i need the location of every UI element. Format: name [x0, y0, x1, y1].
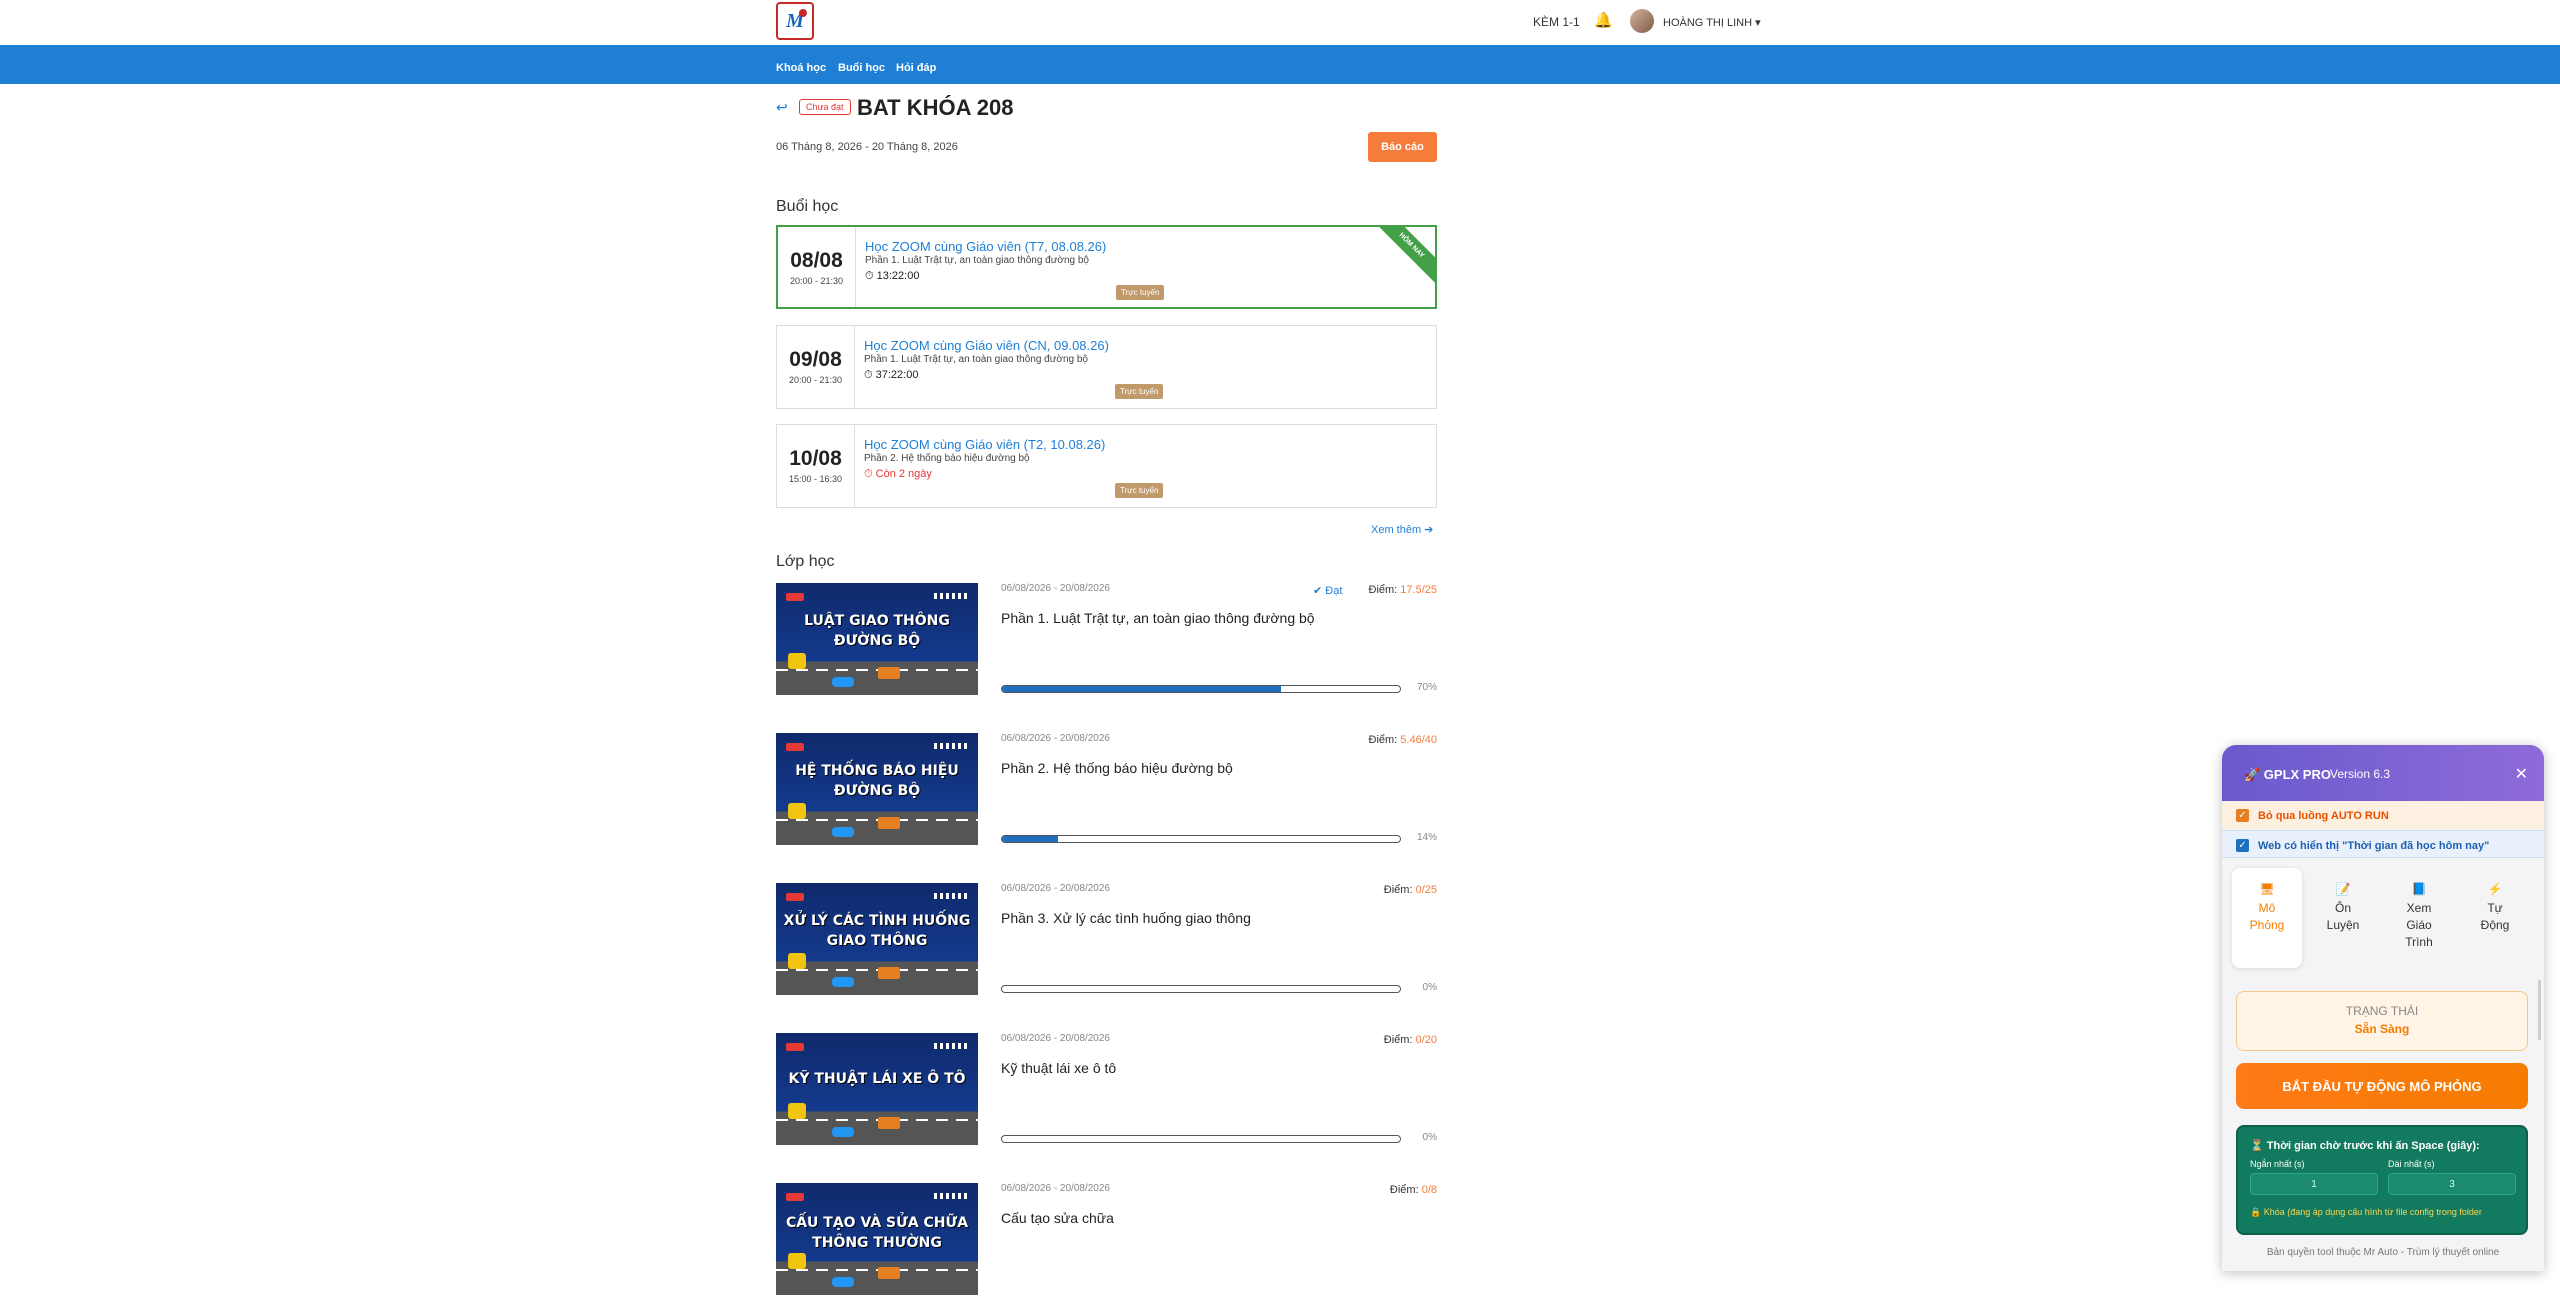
- class-name[interactable]: Phần 1. Luật Trật tự, an toàn giao thông…: [1001, 610, 1315, 626]
- session-date: 08/08 20:00 - 21:30: [778, 227, 856, 307]
- progress-percent: 0%: [1422, 1132, 1437, 1143]
- class-score: Điểm: 0/8: [1389, 1184, 1437, 1196]
- progress-bar: [1001, 835, 1401, 843]
- class-score: Điểm: 0/25: [1383, 884, 1437, 896]
- lock-note: 🔒 Khóa (đang áp dụng cấu hình từ file co…: [2250, 1207, 2482, 1217]
- panel-title: 🚀 GPLX PRO: [2244, 767, 2331, 782]
- wait-settings: ⏳ Thời gian chờ trước khi ấn Space (giây…: [2236, 1125, 2528, 1235]
- checkbox-icon[interactable]: ✓: [2236, 839, 2249, 852]
- session-subtitle: Phần 1. Luật Trật tự, an toàn giao thông…: [864, 354, 1088, 365]
- progress-percent: 0%: [1422, 982, 1437, 993]
- class-name[interactable]: Cấu tạo sửa chữa: [1001, 1210, 1114, 1226]
- main-nav: Khoá học Buổi học Hỏi đáp: [0, 45, 2560, 84]
- pass-badge: ✔ Đạt: [1313, 585, 1343, 597]
- kem-link[interactable]: KÈM 1-1: [1533, 15, 1580, 29]
- back-arrow-icon[interactable]: ↩: [776, 99, 788, 116]
- panel-tabs: 🖥 Mô Phỏng 📝 Ôn Luyện 📘 Xem Giáo Trình ⚡…: [2232, 868, 2534, 968]
- book-icon: 📘: [2411, 882, 2427, 896]
- nav-qa[interactable]: Hỏi đáp: [896, 62, 936, 74]
- session-timer: ⏱ 13:22:00: [865, 270, 920, 282]
- panel-header: 🚀 GPLX PRO Version 6.3 ✕: [2222, 745, 2544, 801]
- sessions-heading: Buổi học: [776, 198, 839, 215]
- class-item[interactable]: CẤU TẠO VÀ SỬA CHỮA THÔNG THƯỜNG 06/08/20…: [776, 1183, 1437, 1297]
- class-score: Điểm: 5.46/40: [1368, 734, 1438, 746]
- status-value: Sẵn Sàng: [2354, 1022, 2410, 1036]
- class-score: Điểm: 17.5/25: [1368, 584, 1438, 596]
- nav-sessions[interactable]: Buổi học: [838, 62, 885, 74]
- online-tag: Trực tuyến: [1115, 384, 1164, 399]
- see-more-link[interactable]: Xem thêm ➔: [1371, 523, 1433, 536]
- classes-heading: Lớp học: [776, 553, 835, 570]
- session-card[interactable]: 09/08 20:00 - 21:30 Học ZOOM cùng Giáo v…: [776, 325, 1437, 409]
- class-thumbnail[interactable]: XỬ LÝ CÁC TÌNH HUỐNG GIAO THÔNG: [776, 883, 978, 995]
- panel-scrollbar[interactable]: [2538, 980, 2541, 1040]
- class-item[interactable]: XỬ LÝ CÁC TÌNH HUỐNG GIAO THÔNG 06/08/202…: [776, 883, 1437, 997]
- lightning-icon: ⚡: [2487, 882, 2503, 896]
- session-date: 09/08 20:00 - 21:30: [777, 326, 855, 408]
- tab-practice[interactable]: 📝 Ôn Luyện: [2308, 868, 2378, 968]
- session-timer: ⏱ 37:22:00: [864, 369, 919, 381]
- session-subtitle: Phần 2. Hệ thống báo hiệu đường bộ: [864, 453, 1030, 464]
- max-wait-input[interactable]: [2388, 1173, 2516, 1195]
- class-thumbnail[interactable]: LUẬT GIAO THÔNG ĐƯỜNG BỘ: [776, 583, 978, 695]
- class-score: Điểm: 0/20: [1383, 1034, 1437, 1046]
- min-wait-input[interactable]: [2250, 1173, 2378, 1195]
- class-dates: 06/08/2026 - 20/08/2026: [1001, 1183, 1110, 1194]
- progress-percent: 14%: [1416, 832, 1437, 843]
- status-box: TRẠNG THÁI Sẵn Sàng: [2236, 991, 2528, 1051]
- class-thumbnail[interactable]: HỆ THỐNG BÁO HIỆU ĐƯỜNG BỘ: [776, 733, 978, 845]
- session-timer: ⏱ Còn 2 ngày: [864, 468, 932, 480]
- session-card[interactable]: 08/08 20:00 - 21:30 Học ZOOM cùng Giáo v…: [776, 225, 1437, 309]
- bell-icon[interactable]: 🔔: [1594, 11, 1613, 29]
- course-dates: 06 Tháng 8, 2026 - 20 Tháng 8, 2026: [776, 141, 958, 153]
- tab-auto[interactable]: ⚡ Tự Động: [2460, 868, 2530, 968]
- option-show-time[interactable]: ✓ Web có hiển thị "Thời gian đã học hôm …: [2222, 830, 2544, 858]
- start-simulation-button[interactable]: BẮT ĐẦU TỰ ĐỘNG MÔ PHỎNG: [2236, 1063, 2528, 1109]
- class-dates: 06/08/2026 - 20/08/2026: [1001, 883, 1110, 894]
- class-dates: 06/08/2026 - 20/08/2026: [1001, 1033, 1110, 1044]
- user-menu[interactable]: HOÀNG THỊ LINH ▾: [1663, 16, 1761, 29]
- session-subtitle: Phần 1. Luật Trật tự, an toàn giao thông…: [865, 255, 1089, 266]
- progress-bar: [1001, 1135, 1401, 1143]
- tab-textbook[interactable]: 📘 Xem Giáo Trình: [2384, 868, 2454, 968]
- online-tag: Trực tuyến: [1116, 285, 1165, 300]
- online-tag: Trực tuyến: [1115, 483, 1164, 498]
- session-title[interactable]: Học ZOOM cùng Giáo viên (CN, 09.08.26): [864, 338, 1109, 353]
- session-title[interactable]: Học ZOOM cùng Giáo viên (T7, 08.08.26): [865, 239, 1106, 254]
- class-name[interactable]: Phần 3. Xử lý các tình huống giao thông: [1001, 910, 1251, 926]
- report-button[interactable]: Báo cáo: [1368, 132, 1437, 162]
- option-skip-autorun[interactable]: ✓ Bỏ qua luồng AUTO RUN: [2222, 801, 2544, 829]
- status-badge: Chưa đạt: [799, 99, 851, 115]
- class-item[interactable]: HỆ THỐNG BÁO HIỆU ĐƯỜNG BỘ 06/08/2026 - 2…: [776, 733, 1437, 847]
- session-date: 10/08 15:00 - 16:30: [777, 425, 855, 507]
- progress-percent: 70%: [1416, 682, 1437, 693]
- progress-bar: [1001, 685, 1401, 693]
- class-item[interactable]: KỸ THUẬT LÁI XE Ô TÔ 06/08/2026 - 20/08/…: [776, 1033, 1437, 1147]
- class-dates: 06/08/2026 - 20/08/2026: [1001, 733, 1110, 744]
- class-thumbnail[interactable]: CẤU TẠO VÀ SỬA CHỮA THÔNG THƯỜNG: [776, 1183, 978, 1295]
- class-name[interactable]: Kỹ thuật lái xe ô tô: [1001, 1060, 1116, 1076]
- gplx-pro-panel: 🚀 GPLX PRO Version 6.3 ✕ ✓ Bỏ qua luồng …: [2222, 745, 2544, 1271]
- memo-icon: 📝: [2335, 882, 2351, 896]
- avatar[interactable]: [1630, 9, 1654, 33]
- close-icon[interactable]: ✕: [2515, 764, 2528, 784]
- panel-footer: Bản quyền tool thuộc Mr Auto - Trùm lý t…: [2222, 1235, 2544, 1271]
- site-logo[interactable]: M: [776, 2, 814, 40]
- class-name[interactable]: Phần 2. Hệ thống báo hiệu đường bộ: [1001, 760, 1233, 776]
- today-ribbon: HÔM NAY: [1369, 227, 1435, 288]
- checkbox-icon[interactable]: ✓: [2236, 809, 2249, 822]
- progress-bar: [1001, 985, 1401, 993]
- class-dates: 06/08/2026 - 20/08/2026: [1001, 583, 1110, 594]
- class-thumbnail[interactable]: KỸ THUẬT LÁI XE Ô TÔ: [776, 1033, 978, 1145]
- page-title: BAT KHÓA 208: [857, 95, 1014, 120]
- session-title[interactable]: Học ZOOM cùng Giáo viên (T2, 10.08.26): [864, 437, 1105, 452]
- tab-simulation[interactable]: 🖥 Mô Phỏng: [2232, 868, 2302, 968]
- top-bar: M KÈM 1-1 🔔 HOÀNG THỊ LINH ▾: [0, 0, 2560, 45]
- session-card[interactable]: 10/08 15:00 - 16:30 Học ZOOM cùng Giáo v…: [776, 424, 1437, 508]
- monitor-icon: 🖥: [2259, 882, 2275, 896]
- panel-version: Version 6.3: [2330, 767, 2391, 781]
- nav-courses[interactable]: Khoá học: [776, 62, 826, 74]
- class-item[interactable]: LUẬT GIAO THÔNG ĐƯỜNG BỘ 06/08/2026 - 20/…: [776, 583, 1437, 697]
